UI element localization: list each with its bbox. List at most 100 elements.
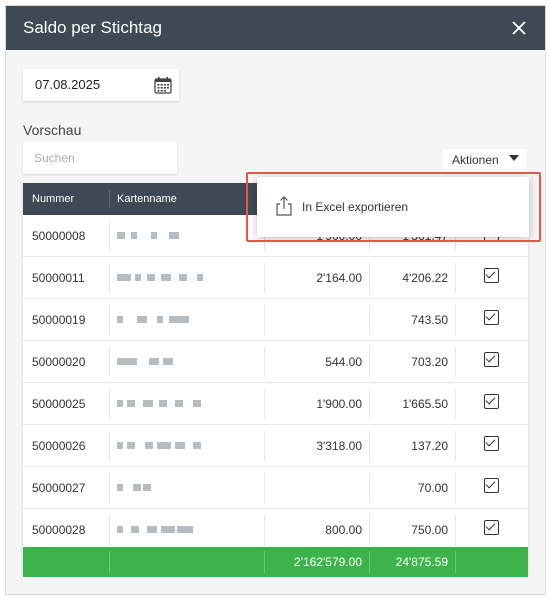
row-amount-2: 703.20 [411,355,448,369]
search-box[interactable] [23,142,177,174]
column-divider [455,431,456,461]
redaction-block [147,526,157,533]
highlight-frame [246,172,541,242]
caret-down-icon [509,155,519,161]
column-divider [369,431,370,461]
total-amount-1: 2'162'579.00 [294,555,362,569]
redaction-block [143,484,151,491]
total-amount-2: 24'875.59 [395,555,448,569]
redaction-block [163,358,173,365]
redaction-block [149,358,159,365]
redaction-block [133,484,141,491]
column-divider [109,473,110,503]
actions-label: Aktionen [452,153,499,167]
dialog-header: Saldo per Stichtag [6,6,545,50]
column-divider [369,473,370,503]
row-checkbox[interactable] [484,436,499,451]
row-amount-1: 3'318.00 [316,439,362,453]
column-divider [109,263,110,293]
column-divider [455,263,456,293]
redaction-block [117,484,123,491]
redaction-block [177,526,193,533]
row-checkbox[interactable] [484,478,499,493]
column-divider [109,389,110,419]
redaction-block [151,232,157,239]
row-amount-1: 800.00 [325,523,362,537]
redaction-block [131,232,137,239]
redaction-block [197,274,203,281]
row-amount-2: 137.20 [411,439,448,453]
column-divider [109,551,110,573]
row-number: 50000011 [32,271,85,285]
column-divider [109,305,110,335]
redaction-block [143,400,153,407]
redaction-block [157,442,171,449]
totals-row: 2'162'579.00 24'875.59 [23,547,528,577]
row-amount-1: 2'164.00 [316,271,362,285]
row-checkbox[interactable] [484,394,499,409]
table-row[interactable]: 50000020 544.00 703.20 [23,341,528,383]
table-row[interactable]: 50000028 800.00 750.00 [23,509,528,551]
column-divider [264,263,265,293]
column-divider [109,221,110,251]
row-number: 50000028 [32,523,86,537]
redaction-block [117,400,123,407]
row-number: 50000008 [32,229,86,243]
column-divider [369,347,370,377]
column-divider [369,515,370,545]
close-icon[interactable] [509,18,529,38]
column-header-cardname[interactable]: Kartenname [117,193,177,205]
column-divider [264,473,265,503]
date-picker[interactable] [23,69,179,101]
preview-heading: Vorschau [23,122,82,138]
column-header-number[interactable]: Nummer [32,193,74,205]
redaction-block [117,232,125,239]
row-checkbox[interactable] [484,268,499,283]
redaction-block [145,442,153,449]
redaction-block [161,274,171,281]
redaction-block [159,400,167,407]
redaction-block [157,316,163,323]
date-input[interactable] [35,77,145,92]
row-checkbox[interactable] [484,310,499,325]
column-divider [264,305,265,335]
column-divider [455,551,456,573]
row-checkbox[interactable] [484,520,499,535]
row-amount-2: 743.50 [411,313,448,327]
table-row[interactable]: 50000011 2'164.00 4'206.22 [23,257,528,299]
redaction-block [137,316,147,323]
column-divider [455,389,456,419]
column-divider [369,389,370,419]
table-row[interactable]: 50000025 1'900.00 1'665.50 [23,383,528,425]
redaction-block [169,232,179,239]
row-checkbox[interactable] [484,352,499,367]
calendar-icon[interactable] [153,75,173,95]
table-row[interactable]: 50000027 70.00 [23,467,528,509]
redaction-block [127,442,135,449]
row-amount-1: 544.00 [325,355,362,369]
table-row[interactable]: 50000026 3'318.00 137.20 [23,425,528,467]
column-divider [264,431,265,461]
column-divider [369,551,370,573]
redaction-block [193,442,201,449]
table-row[interactable]: 50000019 743.50 [23,299,528,341]
row-number: 50000026 [32,439,86,453]
column-divider [109,431,110,461]
redaction-block [161,526,175,533]
search-input[interactable] [34,151,164,165]
column-divider [455,305,456,335]
row-number: 50000025 [32,397,86,411]
row-amount-2: 1'665.50 [402,397,448,411]
redaction-block [135,274,141,281]
row-number: 50000020 [32,355,86,369]
column-divider [264,389,265,419]
redaction-block [117,358,137,365]
saldo-dialog: Saldo per Stichtag Vorschau Aktionen Num… [5,5,546,595]
redaction-block [117,316,123,323]
row-amount-1: 1'900.00 [316,397,362,411]
column-divider [264,515,265,545]
column-divider [369,263,370,293]
row-amount-2: 750.00 [411,523,448,537]
redaction-block [127,400,135,407]
actions-dropdown-button[interactable]: Aktionen [443,149,526,171]
